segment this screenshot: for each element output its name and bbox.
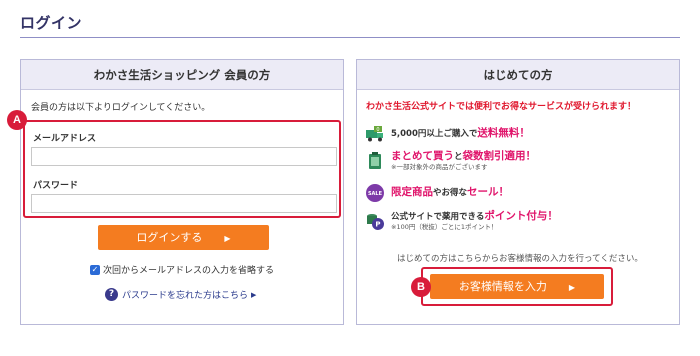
forgot-password-label: パスワードを忘れた方はこちら — [122, 291, 249, 301]
forgot-password-link[interactable]: ? パスワードを忘れた方はこちら ▶ — [105, 288, 256, 301]
benefit-free-shipping: 0 5,000円以上ご購入で送料無料！ — [365, 124, 530, 144]
benefit-note: ※100円（税抜）ごとに1ポイント！ — [391, 223, 498, 232]
remember-email-option[interactable]: ✓ 次回からメールアドレスの入力を省略する — [90, 263, 274, 276]
password-field[interactable] — [31, 194, 337, 213]
register-button-label: お客様情報を入力 — [458, 280, 547, 293]
question-icon: ? — [105, 288, 118, 301]
benefits-headline: わかさ生活公式サイトでは便利でお得なサービスが受けられます！ — [366, 102, 637, 112]
email-field[interactable] — [31, 147, 337, 166]
member-login-panel: わかさ生活ショッピング 会員の方 会員の方は以下よりログインしてください。 メー… — [20, 59, 344, 325]
benefit-points: P 公式サイトで薬用できるポイント付与！ ※100円（税抜）ごとに1ポイント！ — [365, 210, 558, 231]
arrow-right-icon: ▶ — [251, 290, 257, 299]
annotation-badge-b: B — [411, 277, 431, 297]
arrow-right-icon: ▶ — [224, 234, 231, 243]
points-coin-icon: P — [367, 213, 384, 230]
enter-customer-info-button[interactable]: お客様情報を入力 ▶ — [430, 274, 604, 299]
truck-icon: 0 — [366, 126, 383, 142]
remember-email-checkbox[interactable]: ✓ — [90, 264, 100, 275]
benefit-text: まとめて買うと袋数割引適用！ ※一部対象外の商品がございます — [391, 150, 537, 172]
first-time-heading: はじめての方 — [357, 60, 679, 90]
first-time-instruction: はじめての方はこちらからお客様情報の入力を行ってください。 — [397, 254, 643, 264]
sale-tag-icon: SALE — [366, 184, 384, 202]
register-highlight-box: お客様情報を入力 ▶ — [421, 267, 613, 306]
benefit-limited-sale: SALE 限定商品やお得なセール！ — [365, 183, 509, 203]
login-button-label: ログインする — [136, 231, 203, 244]
annotation-badge-a: A — [7, 110, 27, 130]
benefit-text: 公式サイトで薬用できるポイント付与！ ※100円（税抜）ごとに1ポイント！ — [391, 210, 558, 232]
page-title: ログイン — [20, 14, 83, 32]
password-label: パスワード — [33, 181, 79, 191]
member-login-heading: わかさ生活ショッピング 会員の方 — [21, 60, 343, 90]
remember-email-label: 次回からメールアドレスの入力を省略する — [103, 266, 275, 276]
benefit-text: 限定商品やお得なセール！ — [391, 186, 510, 199]
arrow-right-icon: ▶ — [568, 283, 576, 292]
email-label: メールアドレス — [33, 134, 97, 144]
truck-icon-label: 0 — [376, 127, 379, 133]
benefit-note: ※一部対象外の商品がございます — [391, 163, 488, 172]
benefit-bulk-discount: まとめて買うと袋数割引適用！ ※一部対象外の商品がございます — [365, 150, 536, 171]
points-coin-icon-label: P — [375, 220, 380, 228]
login-button[interactable]: ログインする ▶ — [98, 225, 269, 250]
benefit-text: 5,000円以上ご購入で送料無料！ — [391, 127, 530, 140]
title-divider — [20, 37, 680, 38]
bag-icon — [369, 151, 381, 169]
credentials-highlight-box: メールアドレス パスワード — [23, 120, 341, 218]
sale-tag-icon-label: SALE — [368, 191, 383, 197]
login-intro-text: 会員の方は以下よりログインしてください。 — [31, 103, 211, 113]
first-time-panel: はじめての方 わかさ生活公式サイトでは便利でお得なサービスが受けられます！ 0 … — [356, 59, 680, 325]
